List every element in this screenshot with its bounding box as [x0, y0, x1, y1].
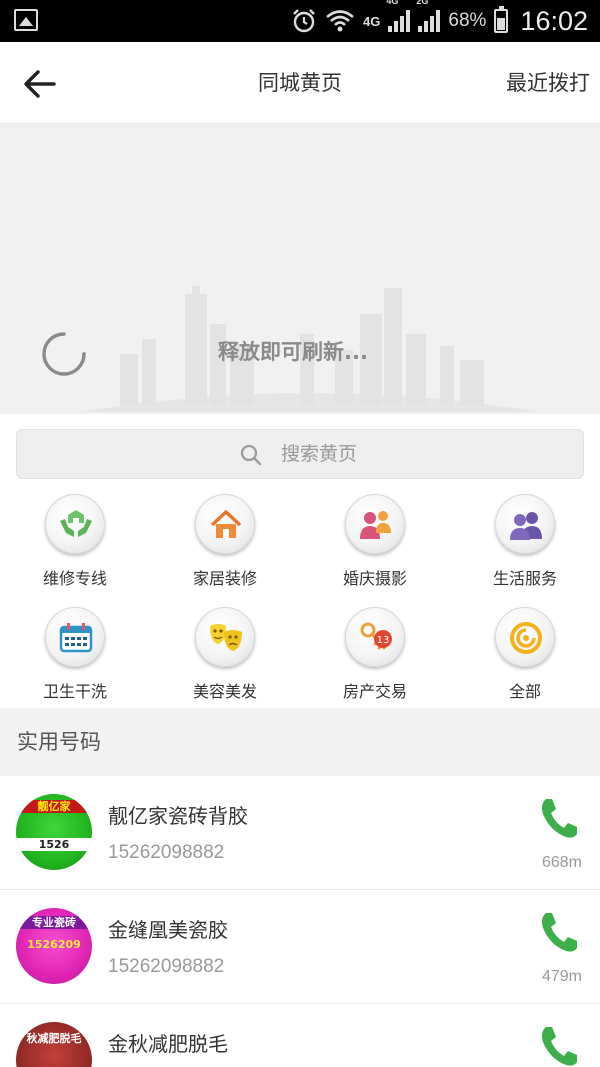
- refresh-hint-text: 释放即可刷新...: [218, 340, 368, 364]
- category-all[interactable]: 全部: [450, 607, 600, 714]
- listing-distance: 479m: [541, 968, 582, 985]
- svg-text:13: 13: [377, 635, 390, 646]
- category-label: 维修专线: [42, 569, 107, 588]
- network-type-label: 2G: [416, 0, 429, 6]
- category-home-decoration[interactable]: 家居装修: [150, 494, 300, 601]
- category-real-estate[interactable]: 13 房产交易: [300, 607, 450, 714]
- listing-thumbnail: 秋减肥脱毛: [16, 1022, 92, 1067]
- phone-icon: [542, 913, 577, 952]
- listing-phone: 15262098882: [108, 956, 225, 977]
- category-repair[interactable]: 维修专线: [0, 494, 150, 601]
- app-header: 同城黄页 最近拨打: [0, 42, 600, 124]
- listing-name: 靓亿家瓷砖背胶: [108, 804, 248, 828]
- listing-name: 金秋减肥脱毛: [108, 1032, 228, 1056]
- section-header: 实用号码: [0, 708, 600, 776]
- listing-distance: 668m: [541, 854, 582, 871]
- category-label: 卫生干洗: [42, 682, 107, 701]
- listing-name: 金缝凰美瓷胶: [108, 918, 228, 942]
- list-item[interactable]: 靓亿家 1526 靓亿家瓷砖背胶 15262098882 668m: [0, 776, 600, 890]
- search-section: 搜索黄页: [0, 414, 600, 494]
- battery-icon: [494, 6, 509, 33]
- listing-thumbnail: 专业瓷砖 1526209: [16, 908, 92, 984]
- back-button[interactable]: [18, 62, 62, 106]
- category-label: 美容美发: [192, 682, 257, 701]
- category-label: 家居装修: [192, 569, 257, 588]
- search-icon: [240, 444, 262, 466]
- category-label: 婚庆摄影: [342, 569, 407, 588]
- recent-calls-button[interactable]: 最近拨打: [506, 42, 590, 124]
- list-item[interactable]: 秋减肥脱毛 金秋减肥脱毛: [0, 1004, 600, 1067]
- category-wedding-photo[interactable]: 婚庆摄影: [300, 494, 450, 601]
- gallery-notification-icon: [14, 9, 38, 31]
- call-button[interactable]: [538, 910, 578, 954]
- loading-spinner-icon: [42, 332, 86, 376]
- pull-to-refresh-area[interactable]: 释放即可刷新...: [0, 124, 600, 414]
- network-type-label: 4G: [363, 13, 381, 29]
- status-bar: 4G 4G 2G 68% 16:02: [0, 0, 600, 42]
- alarm-icon: [293, 9, 315, 33]
- battery-percentage: 68%: [448, 10, 487, 31]
- signal-strength-icon: [388, 10, 411, 32]
- category-label: 全部: [508, 682, 541, 701]
- search-input[interactable]: 搜索黄页: [16, 429, 584, 479]
- search-placeholder: 搜索黄页: [281, 443, 358, 465]
- category-label: 生活服务: [492, 569, 557, 588]
- list-item[interactable]: 专业瓷砖 1526209 金缝凰美瓷胶 15262098882 479m: [0, 890, 600, 1004]
- category-grid: 维修专线 家居装修 婚庆摄影 生活服务 卫生干洗 美容美发 13 房产交易 全部: [0, 494, 600, 708]
- spiral-icon: [510, 622, 542, 654]
- category-dry-cleaning[interactable]: 卫生干洗: [0, 607, 150, 714]
- category-life-service[interactable]: 生活服务: [450, 494, 600, 601]
- wifi-icon: [326, 10, 354, 32]
- category-beauty-hair[interactable]: 美容美发: [150, 607, 300, 714]
- calendar-icon: [59, 623, 93, 653]
- people-icon: [510, 512, 542, 540]
- phone-icon: [542, 799, 577, 838]
- network-type-label: 4G: [386, 0, 399, 6]
- signal-strength-icon: [418, 10, 441, 32]
- category-label: 房产交易: [342, 682, 407, 701]
- back-arrow-icon: [24, 70, 56, 98]
- call-button[interactable]: [538, 1024, 578, 1067]
- keys-icon: 13: [360, 622, 392, 650]
- couple-icon: [360, 511, 391, 539]
- listing-thumbnail: 靓亿家 1526: [16, 794, 92, 870]
- listing-list: 靓亿家 1526 靓亿家瓷砖背胶 15262098882 668m 专业瓷砖 1…: [0, 776, 600, 1067]
- call-button[interactable]: [538, 796, 578, 840]
- house-icon: [210, 510, 242, 538]
- repair-hands-icon: [60, 510, 92, 537]
- section-title: 实用号码: [17, 730, 101, 754]
- clock: 16:02: [520, 5, 588, 36]
- listing-phone: 15262098882: [108, 842, 225, 863]
- phone-icon: [542, 1027, 577, 1066]
- masks-icon: [210, 624, 242, 651]
